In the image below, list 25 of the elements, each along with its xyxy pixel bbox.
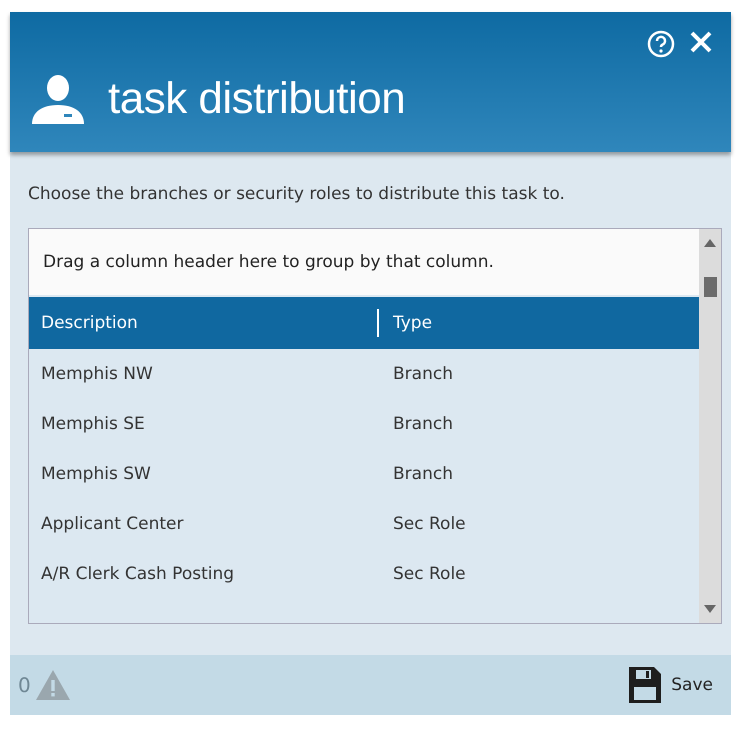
scroll-down-icon[interactable] <box>704 605 716 613</box>
table-cell: Memphis SW <box>41 464 151 484</box>
table-cell: Applicant Center <box>41 514 184 534</box>
window-title: task distribution <box>108 74 406 124</box>
person-icon <box>30 74 86 124</box>
table-cell: Memphis SE <box>41 414 145 434</box>
close-icon[interactable] <box>689 30 713 54</box>
warning-count: 0 <box>18 673 31 697</box>
group-by-panel: Drag a column header here to group by that column. <box>29 229 699 297</box>
save-icon <box>629 667 662 703</box>
table-cell: Branch <box>393 414 453 434</box>
column-header[interactable]: Description <box>41 313 138 333</box>
scroll-up-icon[interactable] <box>704 239 716 247</box>
table-cell: Branch <box>393 464 453 484</box>
scrollbar[interactable] <box>699 229 721 623</box>
table-cell: Sec Role <box>393 564 466 584</box>
column-header[interactable]: Type <box>393 313 432 333</box>
scroll-thumb[interactable] <box>704 277 717 297</box>
table-cell: Sec Role <box>393 514 466 534</box>
instruction-text: Choose the branches or security roles to distribute this task to. <box>28 184 566 204</box>
table-cell: A/R Clerk Cash Posting <box>41 564 234 584</box>
table-cell: Branch <box>393 364 453 384</box>
help-icon[interactable] <box>647 30 675 58</box>
table-cell: Memphis NW <box>41 364 153 384</box>
save-button[interactable]: Save <box>625 663 717 707</box>
